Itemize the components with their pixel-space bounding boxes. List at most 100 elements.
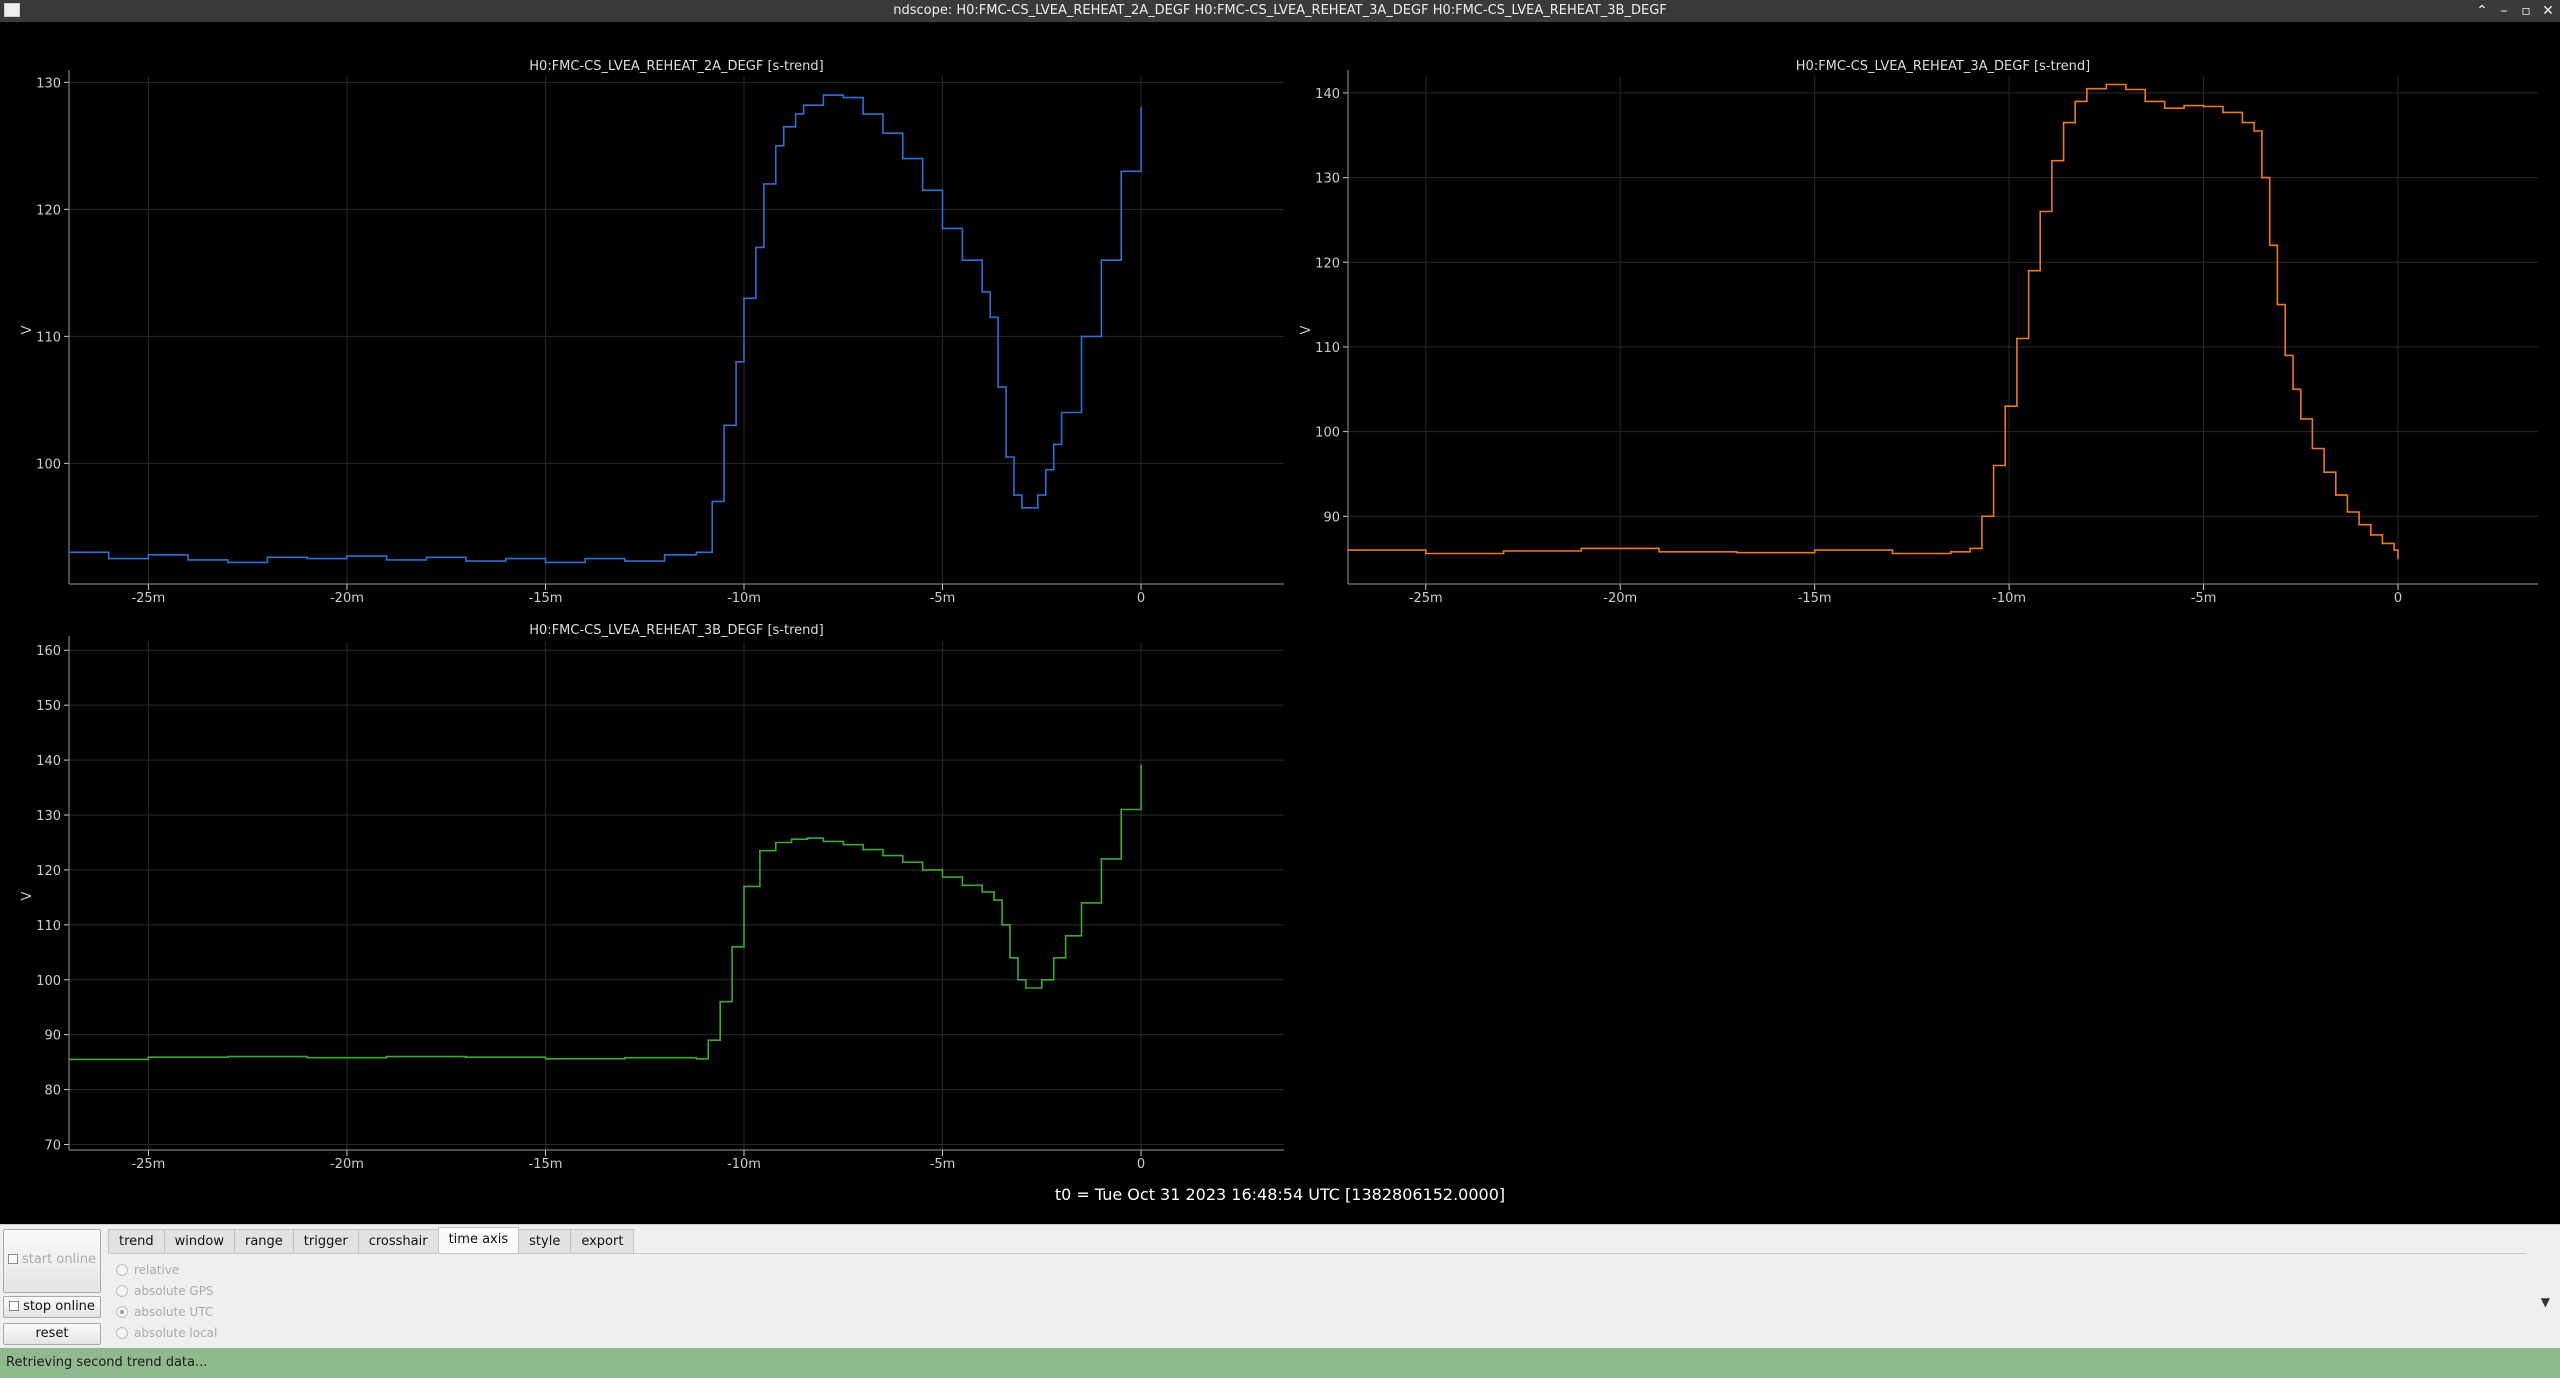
data-point-2a [346,555,348,557]
data-point-2a [227,561,229,564]
x-tick-label-3b: -10m [727,1157,761,1172]
data-point-3b [707,1039,710,1041]
data-point-3a [1949,551,1952,553]
plots-canvas[interactable]: H0:FMC-CS_LVEA_REHEAT_2A_DEGF [s-trend] -… [0,22,2560,1224]
tab-window[interactable]: window [163,1229,235,1253]
tab-trend[interactable]: trend [108,1229,165,1253]
x-tick-label-2a: -15m [529,591,563,606]
start-online-checkbox-icon [7,1254,18,1264]
data-point-3a [2369,534,2372,536]
radio-absolute-utc[interactable]: absolute UTC [116,1305,213,1319]
data-point-3a [2397,557,2399,560]
y-tick-label-3a: 100 [1315,426,1340,441]
y-tick-label-2a: 120 [36,203,61,218]
data-point-3b [1052,956,1055,959]
collapse-arrow-icon[interactable]: ▼ [2541,1295,2550,1309]
close-button[interactable]: ✕ [2538,1,2558,21]
data-point-3a [1992,464,1995,467]
data-point-3b [774,841,777,844]
data-point-3a [2062,121,2065,124]
start-online-button[interactable]: start online [3,1229,101,1293]
data-point-2a [735,360,737,363]
y-tick-label-2a: 100 [36,457,61,472]
data-point-3b [306,1056,309,1059]
data-point-2a [882,132,884,134]
radio-absolute-gps-label: absolute GPS [134,1284,214,1298]
data-point-3a [2144,100,2147,103]
stop-online-button[interactable]: stop online [3,1296,101,1318]
stop-online-label: stop online [23,1299,95,1314]
data-point-3a [2039,210,2042,213]
data-point-3a [1813,549,1816,551]
tab-trigger[interactable]: trigger [292,1229,359,1253]
y-tick-label-3b: 160 [36,644,61,659]
data-point-2a [107,557,110,560]
x-tick-label-3a: -15m [1798,591,1832,606]
minimize-button[interactable]: – [2494,1,2514,21]
data-point-3a [2163,107,2166,109]
data-point-3b [842,843,845,846]
radio-absolute-utc-label: absolute UTC [134,1305,214,1319]
data-point-2a [782,126,785,128]
radio-absolute-local[interactable]: absolute local [116,1326,217,1340]
radio-absolute-gps[interactable]: absolute GPS [116,1284,214,1298]
data-point-2a [187,559,189,561]
x-tick-label-3b: -20m [330,1157,364,1172]
data-point-3b [882,854,884,857]
y-tick-label-3a: 110 [1315,341,1340,356]
data-point-3b [719,1000,721,1003]
data-point-3b [1025,987,1027,989]
trace-3b [69,765,1142,1061]
x-tick-label-2a: -20m [330,591,364,606]
data-point-3a [2323,471,2325,474]
data-point-3a [2183,104,2185,107]
start-online-label: start online [21,1252,97,1267]
data-point-3a [2346,511,2349,513]
data-point-3b [1120,808,1123,811]
data-point-3b [544,1058,547,1060]
data-point-3b [227,1055,229,1058]
data-point-2a [584,557,586,560]
plot-area[interactable]: H0:FMC-CS_LVEA_REHEAT_2A_DEGF [s-trend] -… [0,22,2560,1224]
data-point-3b [941,876,944,878]
data-point-3b [1040,978,1043,981]
data-point-3a [2051,159,2053,162]
data-point-3a [2202,105,2205,108]
reset-button[interactable]: reset [3,1323,101,1345]
data-point-2a [1120,170,1123,173]
data-point-2a [1052,443,1055,446]
data-point-2a [695,551,698,554]
data-point-3a [2074,100,2077,103]
data-point-3a [2393,549,2395,551]
data-point-3b [902,861,904,864]
data-point-2a [997,386,999,388]
t0-label: t0 = Tue Oct 31 2023 16:48:54 UTC [13828… [1054,1185,1506,1204]
data-point-2a [1044,468,1047,471]
data-point-3a [2358,523,2360,526]
data-point-3b [1080,902,1083,904]
data-point-3b [790,838,793,840]
data-point-3b [961,884,964,887]
shade-button[interactable]: ⌃ [2472,1,2492,21]
data-point-3a [2241,121,2244,124]
tab-range[interactable]: range [233,1229,294,1253]
y-axis-label-3a: V [1299,325,1314,334]
radio-relative[interactable]: relative [116,1263,179,1277]
tab-export[interactable]: export [570,1229,635,1253]
data-point-3a [2105,83,2108,86]
data-point-2a [465,560,467,562]
data-point-2a [1140,106,1142,109]
tab-time-axis[interactable]: time axis [437,1227,520,1253]
tab-crosshair[interactable]: crosshair [357,1229,439,1253]
data-point-3a [2261,176,2263,179]
data-point-2a [921,189,924,192]
data-point-3a [2381,542,2384,545]
y-tick-label-3a: 140 [1315,87,1340,102]
tab-style[interactable]: style [518,1229,572,1253]
data-point-3b [1009,956,1011,959]
maximize-button[interactable]: ▫ [2516,1,2536,21]
radio-relative-label: relative [134,1263,180,1277]
data-point-2a [794,113,797,115]
data-point-3a [2124,88,2127,91]
window-titlebar: ndscope: H0:FMC-CS_LVEA_REHEAT_2A_DEGF H… [0,0,2560,22]
